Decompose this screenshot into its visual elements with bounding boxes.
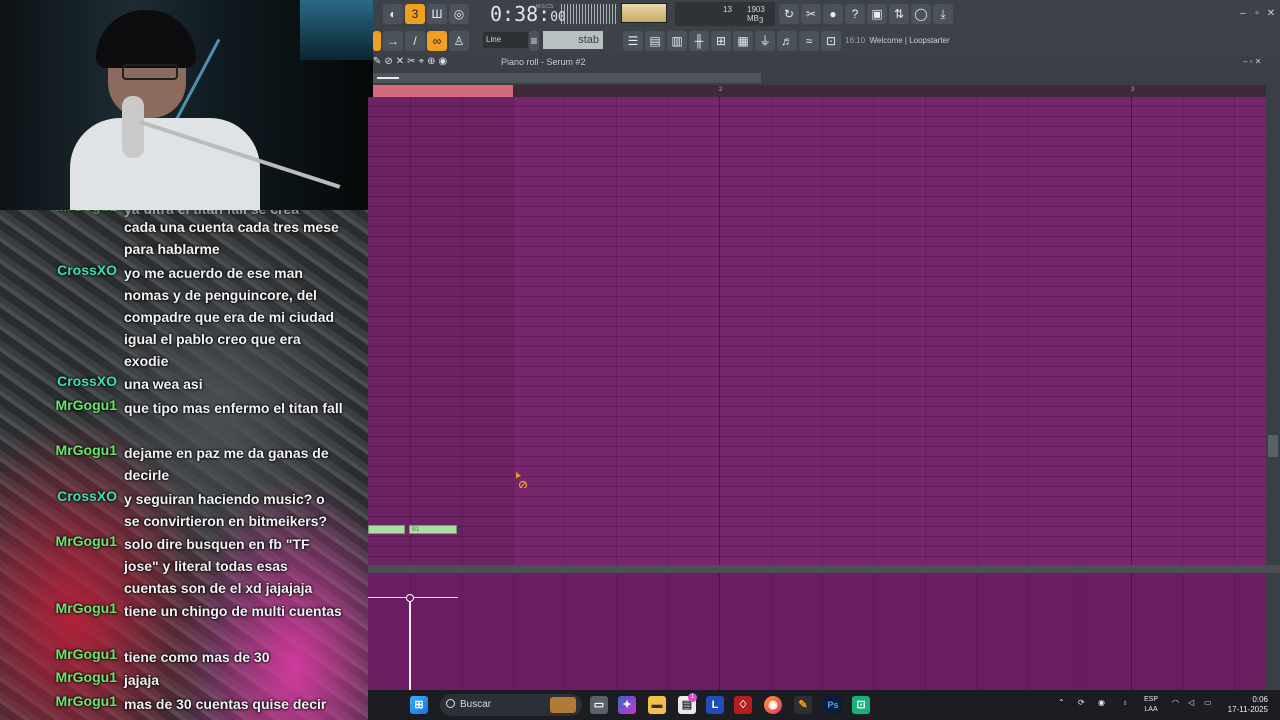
- mic-icon[interactable]: ●: [823, 4, 843, 24]
- metronome-icon[interactable]: Ш: [427, 4, 447, 24]
- chat-username: CrossXO: [57, 488, 117, 504]
- midi-note[interactable]: B1: [409, 525, 457, 534]
- chat-username: MrGogu1: [55, 397, 117, 413]
- stamp-icon[interactable]: ♙: [449, 31, 469, 51]
- chat-username: MrGogu1: [55, 646, 117, 662]
- hint-bar: 16:10 Welcome | Loopstarter: [845, 36, 950, 45]
- microphone: [122, 96, 144, 158]
- loop-region[interactable]: [373, 85, 513, 97]
- undo-icon[interactable]: ↻: [779, 4, 799, 24]
- microphone-icon[interactable]: ♁: [1122, 698, 1128, 707]
- plugin-icon[interactable]: ⏚: [755, 31, 775, 51]
- step-sequencer-icon[interactable]: ▥: [667, 31, 687, 51]
- window-buttons[interactable]: – ▫ ✕: [1243, 57, 1261, 66]
- arrow-icon[interactable]: →: [383, 31, 403, 51]
- copilot-icon[interactable]: ✦: [618, 696, 636, 714]
- firefox-icon[interactable]: ◉: [764, 696, 782, 714]
- help-icon[interactable]: ?: [845, 4, 865, 24]
- record-icon[interactable]: ◉: [1098, 698, 1105, 707]
- taskbar-clock[interactable]: 0:06 17-11-2025: [1228, 695, 1268, 715]
- fl-studio-icon[interactable]: ✎: [794, 696, 812, 714]
- mcafee-icon[interactable]: ♢: [734, 696, 752, 714]
- typing-keyboard-icon[interactable]: 3: [405, 4, 425, 24]
- note-grid[interactable]: B1: [368, 97, 1266, 565]
- mixer-icon[interactable]: ⇅: [889, 4, 909, 24]
- mouse-cursor-icon: [516, 472, 528, 488]
- timeline-ruler[interactable]: 2 3: [373, 85, 1266, 97]
- piano-roll-icon[interactable]: ▤: [645, 31, 665, 51]
- app-icon[interactable]: ⊡: [852, 696, 870, 714]
- fl-toolbar: ◐ 3 Ш ◎ 0:38:00 M:S:CS 13 1903 MB 3 ↻ ✂ …: [373, 0, 1280, 54]
- stream-chat: MrGogu1 ya ultra el titan fall se crea c…: [0, 210, 368, 720]
- task-view-icon[interactable]: ▭: [590, 696, 608, 714]
- chat-icon[interactable]: ◯: [911, 4, 931, 24]
- l-app-icon[interactable]: L: [706, 696, 724, 714]
- oscilloscope: [561, 4, 617, 24]
- language-indicator[interactable]: ESP LAA: [1144, 695, 1158, 715]
- wait-input-icon[interactable]: ◎: [449, 4, 469, 24]
- system-tray: ⌃ ⟳ ◉ ♁ ESP LAA ◠ ◁ ▭ 0:06 17-11-2025: [1056, 690, 1280, 720]
- windows-start-icon[interactable]: ⊞: [410, 696, 428, 714]
- save-icon[interactable]: ▣: [867, 4, 887, 24]
- master-meter: [621, 3, 667, 23]
- scroll-thumb[interactable]: [373, 73, 761, 83]
- windows-taskbar: ⊞ Buscar ▭ ✦ ▬ ▤ 1 L ♢ ◉ ✎ Ps ⊡ ⌃ ⟳ ◉ ♁ …: [368, 690, 1280, 720]
- search-icon: [446, 699, 455, 708]
- midi-note[interactable]: [368, 525, 405, 534]
- webcam-feed: [0, 0, 373, 210]
- volume-icon[interactable]: ◁: [1188, 698, 1194, 707]
- sync-icon[interactable]: ⟳: [1078, 698, 1085, 707]
- chat-username: MrGogu1: [55, 533, 117, 549]
- snap-select[interactable]: Line: [483, 32, 528, 48]
- piano-roll-titlebar: ✎⊘✕✂⌖⊕◉ Piano roll - Serum #2 – ▫ ✕: [373, 54, 1280, 71]
- chat-username: MrGogu1: [55, 600, 117, 616]
- event-scrollbar[interactable]: [1266, 573, 1280, 690]
- pattern-menu-icon[interactable]: ≡: [529, 31, 539, 51]
- cpu-ram-monitor: 13 1903 MB 3: [675, 2, 775, 26]
- close-icon[interactable]: ✕: [1265, 8, 1277, 20]
- link-icon[interactable]: ∞: [427, 31, 447, 51]
- battery-icon[interactable]: ▭: [1204, 698, 1212, 707]
- mixer-faders-icon[interactable]: ╫: [689, 31, 709, 51]
- song-mode-icon[interactable]: ◐: [383, 4, 403, 24]
- download-icon[interactable]: ⤓: [933, 4, 953, 24]
- velocity-bar[interactable]: [409, 597, 411, 690]
- pattern-selector[interactable]: stab: [543, 31, 603, 49]
- scroll-thumb[interactable]: [1268, 435, 1278, 457]
- tool-icons[interactable]: ✎⊘✕✂⌖⊕◉: [373, 56, 450, 67]
- bar-number: 3: [1131, 87, 1135, 93]
- chat-username: MrGogu1: [55, 442, 117, 458]
- time-format-label: M:S:CS: [536, 4, 554, 10]
- menu-icon[interactable]: [373, 31, 381, 51]
- playlist-icon[interactable]: ☰: [623, 31, 643, 51]
- chat-username: CrossXO: [57, 373, 117, 389]
- bar-number: 2: [719, 87, 723, 93]
- event-editor-divider[interactable]: [368, 565, 1280, 573]
- cart-icon[interactable]: ⊡: [821, 31, 841, 51]
- chat-username: MrGogu1: [55, 669, 117, 685]
- performance-icon[interactable]: ♬: [777, 31, 797, 51]
- channel-rack-icon[interactable]: ⊞: [711, 31, 731, 51]
- chat-username: MrGogu1: [55, 693, 117, 709]
- taskbar-search[interactable]: Buscar: [440, 694, 582, 716]
- chevron-up-icon[interactable]: ⌃: [1058, 698, 1065, 707]
- cut-icon[interactable]: ✂: [801, 4, 821, 24]
- wifi-icon[interactable]: ◠: [1172, 698, 1179, 707]
- horizontal-scrollbar[interactable]: [373, 71, 1280, 85]
- brush-icon[interactable]: /: [405, 31, 425, 51]
- file-explorer-icon[interactable]: ▬: [648, 696, 666, 714]
- chat-username: CrossXO: [57, 262, 117, 278]
- event-editor[interactable]: [368, 573, 1266, 690]
- minimize-icon[interactable]: –: [1237, 8, 1249, 20]
- maximize-icon[interactable]: ▫: [1251, 8, 1263, 20]
- vertical-scrollbar[interactable]: [1266, 85, 1280, 565]
- bird-icon[interactable]: ≈: [799, 31, 819, 51]
- notification-badge: 1: [688, 693, 697, 702]
- photoshop-icon[interactable]: Ps: [824, 696, 842, 714]
- browser-icon[interactable]: ▦: [733, 31, 753, 51]
- piano-roll-title: Piano roll - Serum #2: [501, 57, 586, 67]
